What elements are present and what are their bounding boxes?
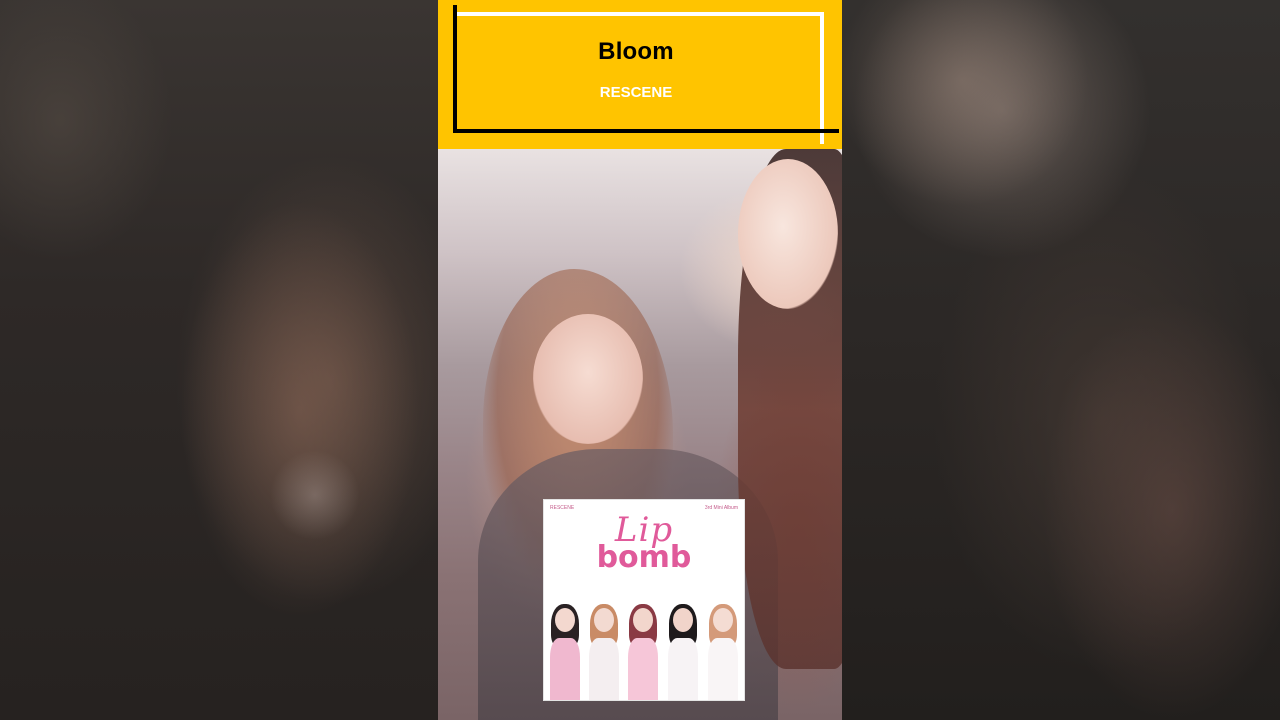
video-frame[interactable]: Bloom RESCENE RESCENE 3rd Mini Album Lip… [438,0,842,720]
title-banner: Bloom RESCENE [438,0,842,149]
album-title-line2: bomb [596,540,692,575]
blurred-backdrop-left [0,0,438,720]
video-scene: RESCENE 3rd Mini Album Lip bomb [438,149,842,720]
album-cover: RESCENE 3rd Mini Album Lip bomb [543,499,745,701]
album-group-photo [544,598,744,700]
artist-name: RESCENE [599,84,673,101]
banner-frame-black [453,5,839,133]
blurred-backdrop-right [842,0,1280,720]
song-title: Bloom [598,38,674,65]
